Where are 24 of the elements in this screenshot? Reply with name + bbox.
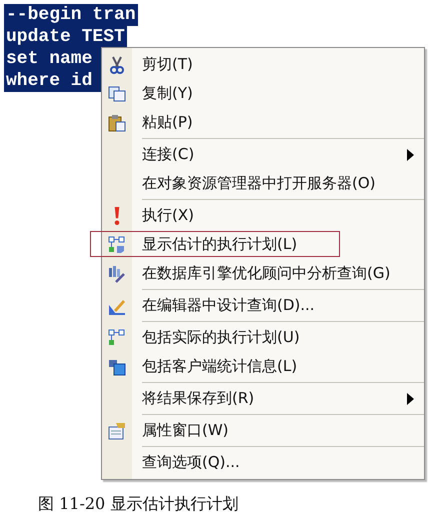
copy-icon [108,84,126,102]
exclamation-icon [114,206,120,224]
menu-item[interactable]: 在数据库引擎优化顾问中分析查询(G) [102,259,424,288]
plan-icon [108,236,126,254]
menu-item[interactable]: 执行(X) [102,201,424,230]
menu-item[interactable]: 在对象资源管理器中打开服务器(O) [102,169,424,198]
menu-item[interactable]: 包括客户端统计信息(L) [102,352,424,381]
submenu-arrow-icon [407,148,414,160]
figure-caption: 图 11-20 显示估计执行计划 [38,494,238,515]
menu-item[interactable]: 将结果保存到(R) [102,384,424,413]
menu-item[interactable]: 连接(C) [102,140,424,169]
scissors-icon [108,56,126,74]
menu-item[interactable]: 粘贴(P) [102,108,424,137]
menu-item[interactable]: 查询选项(Q)... [102,448,424,477]
submenu-arrow-icon [407,392,414,404]
paste-icon [108,114,126,132]
menu-item[interactable]: 包括实际的执行计划(U) [102,323,424,352]
menu-item[interactable]: 显示估计的执行计划(L) [102,230,424,259]
menu-item[interactable]: 属性窗口(W) [102,416,424,445]
properties-icon [108,422,126,440]
tuning-icon [108,264,126,282]
menu-item[interactable]: 在编辑器中设计查询(D)... [102,291,424,320]
statistics-icon [108,358,126,376]
plan-icon [108,328,126,346]
